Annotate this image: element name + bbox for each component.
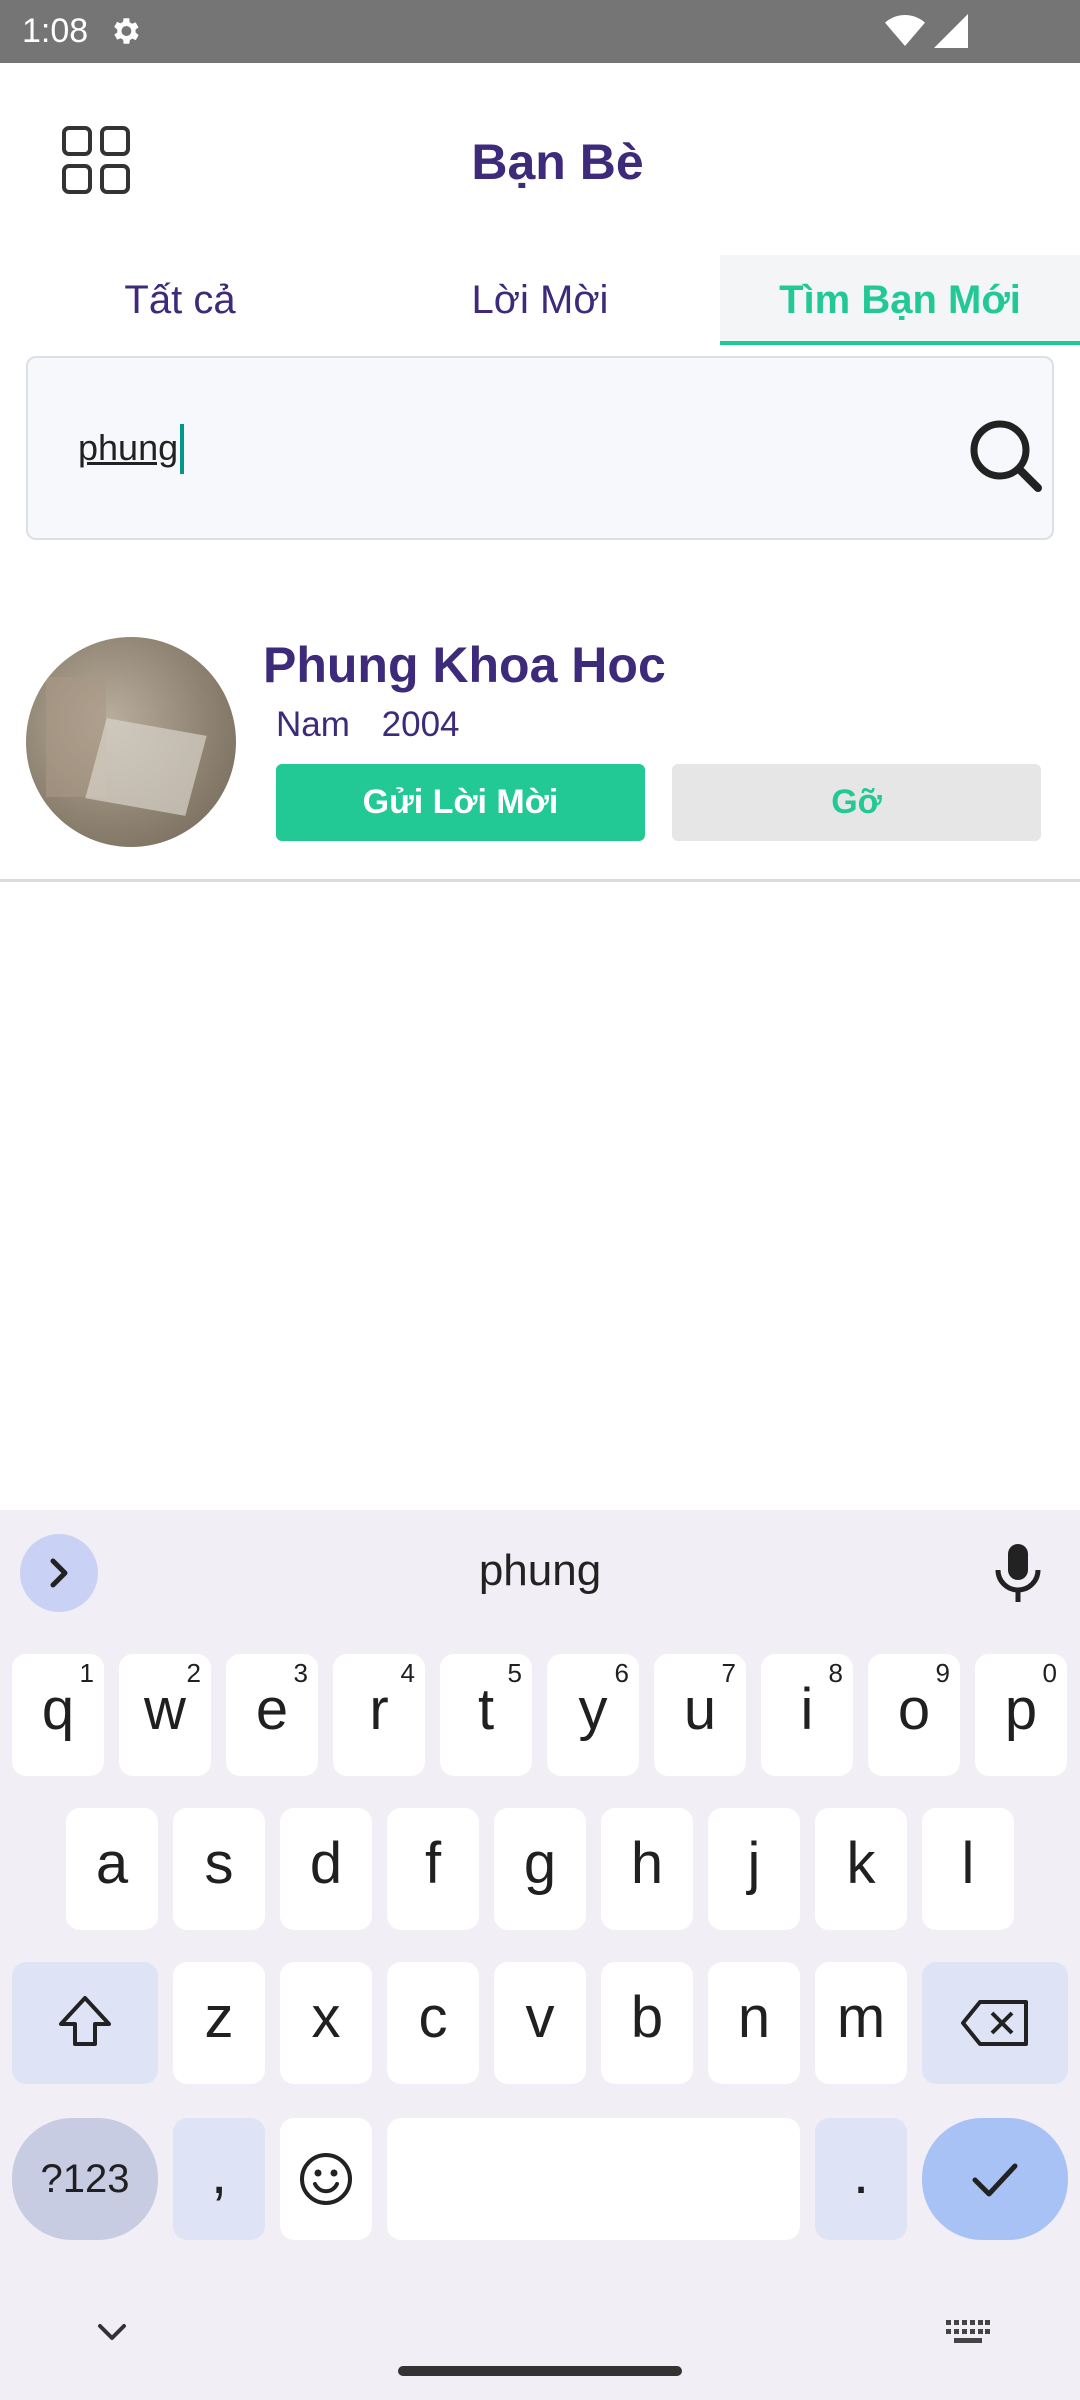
key-m[interactable]: m (815, 1962, 907, 2084)
key-s[interactable]: s (173, 1808, 265, 1930)
key-hint: 0 (1042, 1658, 1057, 1688)
backspace-icon (961, 2000, 1028, 2046)
key-v[interactable]: v (494, 1962, 586, 2084)
key-hint: 4 (400, 1658, 415, 1688)
shift-icon (59, 1996, 111, 2046)
keyboard-switch-icon[interactable] (946, 2320, 990, 2344)
key-hint: 8 (828, 1658, 843, 1688)
key-c[interactable]: c (387, 1962, 479, 2084)
send-invite-button[interactable]: Gửi Lời Mời (276, 764, 645, 841)
period-key[interactable]: . (815, 2118, 907, 2240)
key-y[interactable]: y6 (547, 1654, 639, 1776)
key-label: y (578, 1677, 608, 1742)
comma-key[interactable]: , (173, 2118, 265, 2240)
key-hint: 6 (614, 1658, 629, 1688)
search-icon[interactable] (968, 418, 1044, 494)
status-time: 1:08 (22, 12, 89, 50)
key-label: i (800, 1677, 814, 1742)
search-input[interactable] (78, 416, 938, 480)
page-title: Bạn Bè (471, 134, 644, 190)
key-l[interactable]: l (922, 1808, 1014, 1930)
search-box (26, 356, 1054, 540)
keyboard-suggestion[interactable]: phung (0, 1546, 1080, 1596)
key-hint: 3 (293, 1658, 308, 1688)
microphone-icon[interactable] (990, 1542, 1046, 1602)
key-z[interactable]: z (173, 1962, 265, 2084)
signal-icon (934, 14, 968, 48)
text-caret (180, 424, 184, 474)
user-gender: Nam (276, 705, 350, 744)
key-u[interactable]: u7 (654, 1654, 746, 1776)
key-hint: 7 (721, 1658, 736, 1688)
backspace-key[interactable] (922, 1962, 1068, 2084)
checkmark-icon (972, 2163, 1018, 2197)
key-h[interactable]: h (601, 1808, 693, 1930)
emoji-key[interactable] (280, 2118, 372, 2240)
user-name: Phung Khoa Hoc (263, 637, 666, 693)
space-key[interactable] (387, 2118, 800, 2240)
key-r[interactable]: r4 (333, 1654, 425, 1776)
key-label: r (369, 1677, 389, 1742)
key-w[interactable]: w2 (119, 1654, 211, 1776)
avatar (26, 637, 236, 847)
avatar-shape (85, 718, 207, 816)
user-birth-year: 2004 (381, 705, 460, 744)
key-q[interactable]: q1 (12, 1654, 104, 1776)
wifi-icon (885, 15, 925, 46)
chevron-down-icon[interactable] (96, 2322, 128, 2342)
key-o[interactable]: o9 (868, 1654, 960, 1776)
key-label: u (683, 1677, 717, 1742)
symbols-key[interactable]: ?123 (12, 2118, 158, 2240)
key-f[interactable]: f (387, 1808, 479, 1930)
home-indicator[interactable] (398, 2366, 682, 2376)
key-label: e (255, 1677, 289, 1742)
key-hint: 9 (935, 1658, 950, 1688)
key-j[interactable]: j (708, 1808, 800, 1930)
tab-bar: Tất cả Lời Mời Tìm Bạn Mới (0, 255, 1080, 345)
key-n[interactable]: n (708, 1962, 800, 2084)
tab-all[interactable]: Tất cả (0, 255, 360, 345)
key-label: o (897, 1677, 931, 1742)
key-d[interactable]: d (280, 1808, 372, 1930)
key-hint: 2 (186, 1658, 201, 1688)
key-e[interactable]: e3 (226, 1654, 318, 1776)
key-a[interactable]: a (66, 1808, 158, 1930)
enter-key[interactable] (922, 2118, 1068, 2240)
key-p[interactable]: p0 (975, 1654, 1067, 1776)
tab-invitations[interactable]: Lời Mời (360, 255, 720, 345)
app-header: Bạn Bè (0, 63, 1080, 255)
key-label: w (144, 1677, 186, 1742)
remove-button[interactable]: Gỡ (672, 764, 1041, 841)
gear-icon (114, 18, 139, 44)
list-item: Phung Khoa Hoc Nam 2004 Gửi Lời Mời Gỡ (0, 620, 1080, 882)
shift-key[interactable] (12, 1962, 158, 2084)
user-meta: Nam 2004 (276, 705, 482, 745)
key-i[interactable]: i8 (761, 1654, 853, 1776)
key-x[interactable]: x (280, 1962, 372, 2084)
key-t[interactable]: t5 (440, 1654, 532, 1776)
tab-find-new-friends[interactable]: Tìm Bạn Mới (720, 255, 1080, 345)
key-hint: 5 (507, 1658, 522, 1688)
status-bar: 1:08 (0, 0, 1080, 63)
key-label: q (41, 1677, 75, 1742)
emoji-icon (300, 2153, 352, 2205)
soft-keyboard: phung q1 w2 e3 r4 t5 y6 u7 i8 o9 p0 a s … (0, 1510, 1080, 2400)
key-label: t (477, 1677, 495, 1742)
key-hint: 1 (79, 1658, 94, 1688)
key-g[interactable]: g (494, 1808, 586, 1930)
key-b[interactable]: b (601, 1962, 693, 2084)
key-k[interactable]: k (815, 1808, 907, 1930)
key-label: p (1004, 1677, 1038, 1742)
